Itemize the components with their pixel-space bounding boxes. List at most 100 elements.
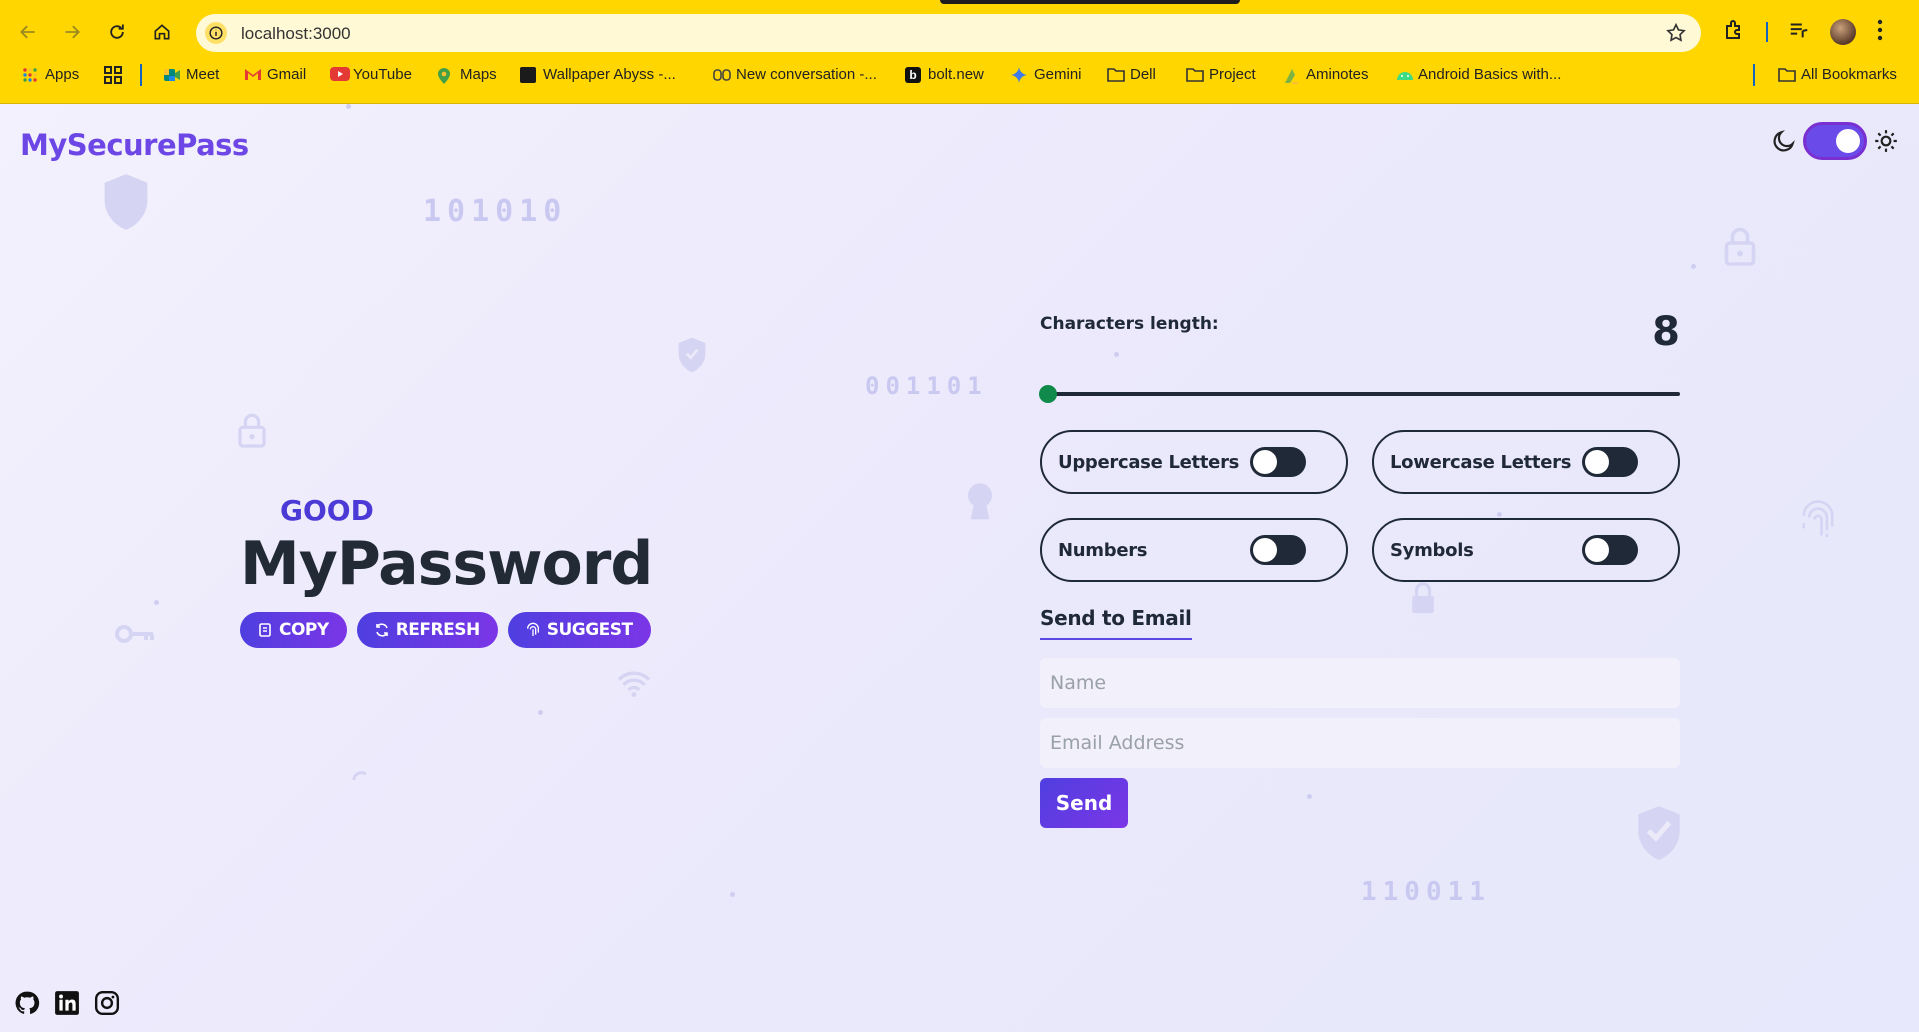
- brand-logo[interactable]: MySecurePass: [20, 128, 249, 162]
- refresh-icon: [375, 623, 388, 637]
- option-label: Symbols: [1390, 539, 1474, 561]
- bookmark-maps[interactable]: Maps: [437, 66, 497, 84]
- bookmark-android-basics[interactable]: Android Basics with...: [1395, 66, 1561, 83]
- option-label: Numbers: [1058, 539, 1148, 561]
- bookmark-label: Wallpaper Abyss -...: [543, 66, 676, 83]
- instagram-icon[interactable]: [94, 990, 120, 1016]
- theme-toggle[interactable]: [1803, 122, 1867, 160]
- bg-binary-code: 101010: [423, 194, 568, 229]
- length-value: 8: [1652, 309, 1680, 355]
- lock-icon: [238, 413, 266, 448]
- toggle-knob: [1585, 450, 1609, 474]
- lock-icon: [1412, 582, 1434, 614]
- option-lowercase[interactable]: Lowercase Letters: [1372, 430, 1680, 494]
- bg-dot: [1114, 352, 1119, 357]
- arrow-left-icon: [20, 25, 35, 39]
- back-button[interactable]: [12, 16, 44, 48]
- github-icon[interactable]: [14, 990, 40, 1016]
- home-icon: [154, 24, 170, 40]
- home-button[interactable]: [146, 16, 178, 48]
- browser-chrome: localhost:3000 Apps Meet Gmail YouTube M…: [0, 0, 1919, 104]
- page: 101010 001101 110011 MySecurePass GOOD M…: [0, 104, 1919, 1032]
- email-input[interactable]: [1040, 718, 1680, 768]
- site-info-icon[interactable]: [205, 22, 227, 44]
- strength-label: GOOD: [280, 494, 374, 527]
- option-label: Lowercase Letters: [1390, 451, 1572, 473]
- bookmark-youtube[interactable]: YouTube: [330, 66, 412, 83]
- copy-button[interactable]: COPY: [240, 612, 347, 648]
- bg-dot: [1497, 512, 1502, 517]
- bookmark-project[interactable]: Project: [1186, 66, 1256, 83]
- linkedin-icon[interactable]: [54, 990, 80, 1016]
- media-queue-icon[interactable]: [1788, 19, 1810, 46]
- reload-button[interactable]: [101, 16, 133, 48]
- extensions-icon[interactable]: [1722, 18, 1746, 47]
- option-symbols[interactable]: Symbols: [1372, 518, 1680, 582]
- bookmark-label: Meet: [186, 66, 220, 83]
- profile-avatar[interactable]: [1830, 19, 1856, 45]
- lock-icon: [1724, 227, 1756, 266]
- toggle-knob: [1585, 538, 1609, 562]
- bg-dot: [346, 104, 351, 109]
- symbols-toggle[interactable]: [1582, 535, 1638, 565]
- send-button[interactable]: Send: [1040, 778, 1128, 828]
- toolbar-divider: [1766, 22, 1768, 42]
- bookmark-label: Maps: [460, 66, 497, 83]
- bookmark-bolt[interactable]: b bolt.new: [905, 66, 984, 83]
- bookmark-wallpaper-abyss[interactable]: Wallpaper Abyss -...: [520, 66, 676, 83]
- send-to-email-heading: Send to Email: [1040, 606, 1192, 640]
- bookmark-all-bookmarks[interactable]: All Bookmarks: [1778, 66, 1897, 83]
- copy-label: COPY: [279, 620, 329, 640]
- bookmark-new-conversation[interactable]: New conversation -...: [713, 66, 877, 83]
- lowercase-toggle[interactable]: [1582, 447, 1638, 477]
- meet-icon: [163, 67, 180, 83]
- bookmark-gemini[interactable]: Gemini: [1011, 66, 1082, 83]
- uppercase-toggle[interactable]: [1250, 447, 1306, 477]
- bookmark-label: Dell: [1130, 66, 1156, 83]
- length-slider[interactable]: [1048, 392, 1680, 396]
- bookmark-meet[interactable]: Meet: [163, 66, 219, 83]
- fingerprint-icon: [526, 622, 539, 636]
- address-bar[interactable]: localhost:3000: [196, 14, 1701, 52]
- refresh-label: REFRESH: [395, 620, 481, 640]
- url-text: localhost:3000: [241, 24, 351, 43]
- bg-dot: [538, 710, 543, 715]
- bookmark-qr[interactable]: [104, 66, 122, 84]
- folder-icon: [1107, 67, 1125, 83]
- option-uppercase[interactable]: Uppercase Letters: [1040, 430, 1348, 494]
- bookmark-gmail[interactable]: Gmail: [244, 66, 306, 83]
- bookmark-label: Project: [1209, 66, 1256, 83]
- refresh-button[interactable]: REFRESH: [356, 612, 498, 648]
- copy-icon: [259, 623, 271, 637]
- reload-icon: [110, 24, 124, 39]
- length-label: Characters length:: [1040, 314, 1219, 334]
- name-input[interactable]: [1040, 658, 1680, 708]
- bookmark-label: New conversation -...: [736, 66, 877, 83]
- generated-password: MyPassword: [240, 529, 653, 599]
- length-slider-thumb[interactable]: [1039, 385, 1057, 403]
- key-hole-icon: [968, 483, 992, 520]
- bookmark-apps[interactable]: Apps: [22, 66, 79, 83]
- gmail-icon: [244, 67, 261, 83]
- copilot-icon: [713, 67, 731, 83]
- fingerprint-icon: [1802, 500, 1834, 538]
- bg-dot: [1307, 794, 1312, 799]
- kebab-menu-icon[interactable]: [1876, 19, 1884, 46]
- bookmark-label: Gmail: [267, 66, 307, 83]
- bookmark-dell[interactable]: Dell: [1107, 66, 1156, 83]
- suggest-label: SUGGEST: [546, 620, 633, 640]
- gemini-sparkle-icon: [1011, 66, 1027, 83]
- suggest-button[interactable]: SUGGEST: [507, 612, 651, 648]
- numbers-toggle[interactable]: [1250, 535, 1306, 565]
- aminotes-icon: [1283, 67, 1299, 84]
- bookmark-divider: [140, 64, 142, 86]
- bookmark-aminotes[interactable]: Aminotes: [1283, 66, 1369, 84]
- social-links: [14, 990, 120, 1016]
- forward-button[interactable]: [56, 16, 88, 48]
- bookmarks-bar: Apps Meet Gmail YouTube Maps Wallpaper A…: [0, 62, 1919, 92]
- option-numbers[interactable]: Numbers: [1040, 518, 1348, 582]
- wallpaper-icon: [520, 66, 536, 83]
- bookmark-star-icon[interactable]: [1665, 22, 1687, 49]
- bookmark-label: Gemini: [1034, 66, 1082, 83]
- bookmark-label: bolt.new: [928, 66, 984, 83]
